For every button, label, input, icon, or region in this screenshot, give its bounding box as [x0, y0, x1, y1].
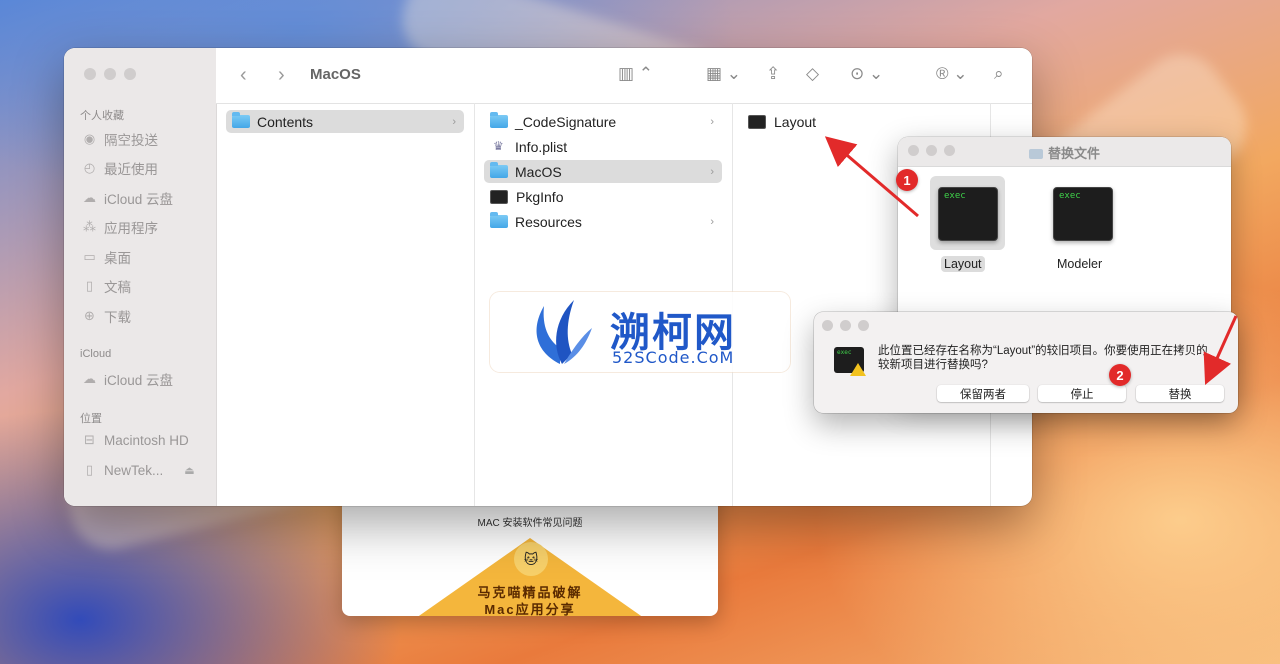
minimize-button[interactable] [840, 320, 851, 331]
sidebar-item-applications[interactable]: ⁂ 应用程序 [82, 217, 158, 237]
replace-button[interactable]: 替换 [1136, 385, 1224, 402]
watermark: 溯柯网 52SCode.CoM [490, 292, 790, 372]
clock-icon: ◴ [83, 160, 96, 175]
back-button[interactable]: ‹ [240, 64, 247, 87]
zoom-button[interactable] [124, 68, 136, 80]
airdrop-icon: ◉ [83, 131, 96, 146]
watermark-subtitle: 52SCode.CoM [612, 348, 735, 367]
applications-icon: ⁂ [83, 219, 96, 234]
sidebar-item-downloads[interactable]: ⊕ 下载 [82, 306, 131, 326]
sidebar-item-documents[interactable]: ▯ 文稿 [82, 276, 131, 296]
sidebar-item-icloud-drive[interactable]: ☁ iCloud 云盘 [82, 188, 173, 208]
cloud-icon: ☁ [83, 190, 96, 205]
finder-window: 个人收藏 ◉ 隔空投送 ◴ 最近使用 ☁ iCloud 云盘 ⁂ 应用程序 ▭ 桌面 ▯ 文… [64, 48, 1032, 506]
sidebar-item-icloud-drive-2[interactable]: ☁ iCloud 云盘 [82, 369, 173, 389]
plist-file-icon: ♛ [493, 139, 504, 153]
download-icon: ⊕ [84, 308, 95, 323]
wing-logo-icon [536, 300, 592, 364]
disk-icon: ⊟ [84, 432, 95, 447]
annotation-badge-1: 1 [896, 169, 918, 191]
folder-icon [490, 212, 508, 228]
zoom-button[interactable] [858, 320, 869, 331]
folder-icon [1028, 149, 1043, 159]
folder-icon [490, 162, 508, 178]
cloud-icon: ☁ [83, 371, 96, 386]
sidebar-section-locations: 位置 [80, 413, 102, 425]
chevron-right-icon: › [452, 115, 456, 128]
minimize-button[interactable] [104, 68, 116, 80]
help-document-title: MAC 安装软件常见问题 [477, 518, 583, 529]
chevron-right-icon: › [710, 115, 714, 128]
window-controls [822, 320, 869, 331]
share-icon[interactable]: ⇪ [766, 64, 780, 84]
stop-button[interactable]: 停止 [1038, 385, 1126, 402]
sidebar-section-icloud: iCloud [80, 348, 112, 360]
forward-button[interactable]: › [278, 64, 285, 87]
exec-file-icon-modeler[interactable]: exec [1053, 187, 1113, 241]
list-item-contents[interactable]: Contents › [226, 110, 464, 133]
file-label-modeler[interactable]: Modeler [1057, 257, 1102, 271]
alert-message: 此位置已经存在名称为“Layout”的较旧项目。你要使用正在拷贝的 较新项目进行… [878, 345, 1208, 371]
group-icon[interactable]: ▦ ⌄ [706, 64, 741, 84]
registered-icon[interactable]: ® ⌄ [936, 64, 968, 84]
close-button[interactable] [84, 68, 96, 80]
list-item-pkginfo[interactable]: PkgInfo [484, 185, 722, 208]
replace-alert-dialog: exec 此位置已经存在名称为“Layout”的较旧项目。你要使用正在拷贝的 较… [814, 312, 1238, 413]
list-item-info-plist[interactable]: ♛ Info.plist [484, 135, 722, 158]
close-button[interactable] [822, 320, 833, 331]
folder-icon [490, 112, 508, 128]
replace-window-titlebar: 替换文件 [898, 137, 1231, 167]
file-icon: ▯ [85, 462, 94, 477]
replace-window-title: 替换文件 [898, 143, 1231, 162]
document-icon: ▯ [85, 278, 94, 293]
more-icon[interactable]: ⊙ ⌄ [850, 64, 883, 84]
eject-icon[interactable]: ⏏ [184, 464, 194, 477]
tag-icon[interactable]: ◇ [806, 64, 819, 84]
sidebar-item-macintosh-hd[interactable]: ⊟ Macintosh HD [82, 432, 189, 448]
finder-toolbar: ‹ › MacOS ▥ ⌃ ▦ ⌄ ⇪ ◇ ⊙ ⌄ ® ⌄ ⌕ [216, 48, 1032, 104]
keep-both-button[interactable]: 保留两者 [937, 385, 1029, 402]
sidebar-section-favorites: 个人收藏 [80, 110, 124, 122]
chevron-right-icon: › [710, 165, 714, 178]
list-item-layout[interactable]: Layout [742, 110, 980, 133]
warning-icon [850, 363, 866, 376]
sidebar-item-recents[interactable]: ◴ 最近使用 [82, 158, 158, 178]
window-controls [84, 68, 136, 80]
window-title: MacOS [310, 66, 361, 83]
sidebar-item-desktop[interactable]: ▭ 桌面 [82, 247, 131, 267]
list-item-codesignature[interactable]: _CodeSignature › [484, 110, 722, 133]
sidebar-item-airdrop[interactable]: ◉ 隔空投送 [82, 129, 158, 149]
chevron-right-icon: › [710, 215, 714, 228]
file-label-layout[interactable]: Layout [941, 256, 985, 272]
finder-sidebar: 个人收藏 ◉ 隔空投送 ◴ 最近使用 ☁ iCloud 云盘 ⁂ 应用程序 ▭ 桌面 ▯ 文… [64, 48, 217, 506]
sidebar-item-newtek[interactable]: ▯ NewTek... ⏏ [82, 462, 195, 478]
terminal-file-icon [748, 114, 766, 129]
exec-file-icon-layout[interactable]: exec [938, 187, 998, 241]
help-banner-line2: Mac应用分享 [484, 602, 576, 616]
desktop-icon: ▭ [83, 249, 96, 264]
folder-icon [232, 112, 250, 128]
column-view-icon[interactable]: ▥ ⌃ [618, 64, 653, 84]
annotation-badge-2: 2 [1109, 364, 1131, 386]
cat-mascot-icon: 🐱 [514, 542, 548, 576]
list-item-resources[interactable]: Resources › [484, 210, 722, 233]
list-item-macos[interactable]: MacOS › [484, 160, 722, 183]
column-1: Contents › [216, 103, 475, 506]
terminal-file-icon [490, 189, 508, 204]
search-icon[interactable]: ⌕ [994, 64, 1004, 84]
